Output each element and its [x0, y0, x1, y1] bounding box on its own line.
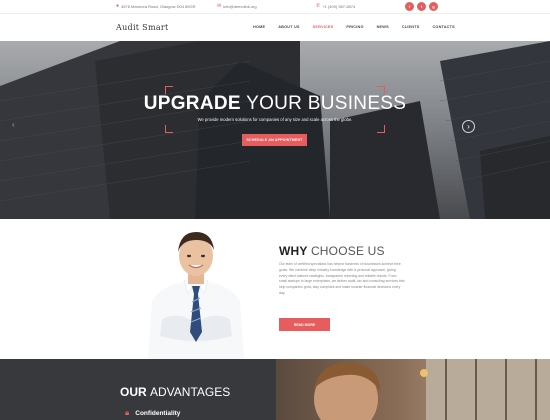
- hero-title-bold: UPGRADE: [143, 93, 241, 114]
- slider-prev-icon[interactable]: ‹: [12, 120, 15, 129]
- hero-slider: UPGRADE YOUR BUSINESS We provide modern …: [0, 41, 550, 219]
- frame-corner-bl: [165, 125, 173, 133]
- advantages-title-bold: OUR: [120, 385, 147, 399]
- site-logo[interactable]: Audit Smart: [116, 23, 169, 32]
- why-title-light: CHOOSE US: [310, 244, 385, 258]
- office-photo: [276, 359, 550, 420]
- nav-item-contacts[interactable]: CONTACTS: [432, 25, 454, 29]
- slider-next-icon[interactable]: ›: [462, 120, 475, 133]
- twitter-icon[interactable]: t: [417, 2, 426, 11]
- lock-icon: 🔒︎: [125, 408, 130, 417]
- advantage-item-label: Confidentiality: [135, 409, 181, 417]
- nav-menu: HOME ABOUT US SERVICES PRICING NEWS CLIE…: [253, 25, 455, 29]
- hero-title-light: YOUR BUSINESS: [246, 93, 407, 114]
- appointment-button[interactable]: SCHEDULE AN APPOINTMENT: [242, 134, 307, 146]
- advantages-section: OUR ADVANTAGES 🔒︎ Confidentiality: [0, 359, 550, 420]
- address-info: ● 4578 Marmora Road, Glasgow D04 89GR: [116, 3, 196, 9]
- address-text: 4578 Marmora Road, Glasgow D04 89GR: [121, 3, 196, 9]
- facebook-icon[interactable]: f: [405, 2, 414, 11]
- why-title: WHY CHOOSE US: [279, 244, 385, 258]
- nav-item-services[interactable]: SERVICES: [313, 25, 334, 29]
- nav-item-about[interactable]: ABOUT US: [278, 25, 299, 29]
- nav-item-clients[interactable]: CLIENTS: [402, 25, 420, 29]
- advantages-title: OUR ADVANTAGES: [120, 385, 230, 399]
- phone-text[interactable]: +1 (409) 987-5874: [322, 4, 355, 9]
- hero-title: UPGRADE YOUR BUSINESS: [0, 93, 550, 115]
- location-icon: ●: [116, 3, 120, 9]
- phone-info[interactable]: ✆ +1 (409) 987-5874: [316, 3, 355, 9]
- mail-icon: ✉: [217, 3, 222, 9]
- email-text[interactable]: info@demolink.org: [223, 4, 256, 9]
- businessman-photo: [148, 232, 244, 359]
- google-plus-icon[interactable]: g: [429, 2, 438, 11]
- why-title-bold: WHY: [279, 244, 308, 258]
- advantage-item: 🔒︎ Confidentiality: [125, 408, 180, 418]
- social-links: f t g: [405, 2, 438, 11]
- read-more-button[interactable]: READ MORE: [279, 318, 330, 331]
- phone-icon: ✆: [316, 3, 321, 9]
- frame-corner-br: [377, 125, 385, 133]
- nav-item-home[interactable]: HOME: [253, 25, 265, 29]
- office-photo-drawing: [314, 359, 550, 420]
- nav-item-pricing[interactable]: PRICING: [346, 25, 363, 29]
- nav-item-news[interactable]: NEWS: [377, 25, 389, 29]
- why-choose-us-section: WHY CHOOSE US Our team of certified spec…: [0, 219, 550, 359]
- advantages-title-light: ADVANTAGES: [150, 385, 231, 399]
- top-info-bar: ● 4578 Marmora Road, Glasgow D04 89GR ✉ …: [0, 0, 550, 14]
- why-description: Our team of certified specialists has he…: [279, 262, 405, 295]
- main-navbar: Audit Smart HOME ABOUT US SERVICES PRICI…: [0, 14, 550, 41]
- email-info[interactable]: ✉ info@demolink.org: [217, 3, 257, 9]
